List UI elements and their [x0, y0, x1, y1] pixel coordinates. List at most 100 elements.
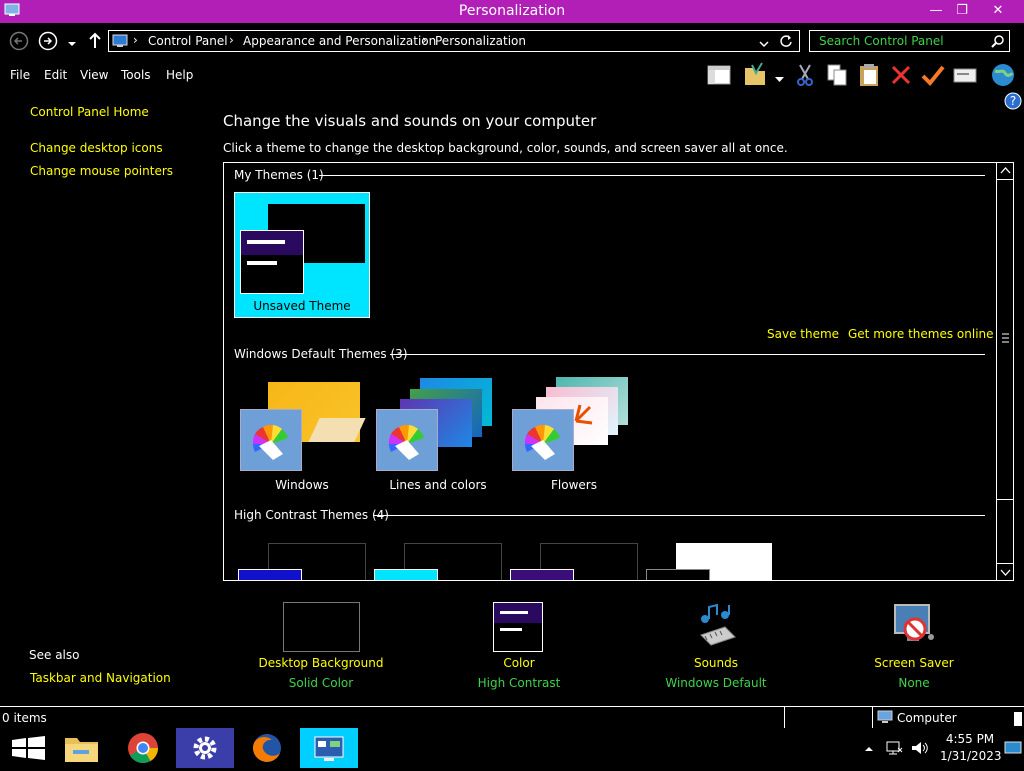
help-icon[interactable]: ? [1004, 92, 1022, 110]
my-themes-header: My Themes (1) [234, 168, 324, 182]
taskbar-navigation-link[interactable]: Taskbar and Navigation [30, 671, 171, 685]
breadcrumb-sep: › [422, 33, 427, 47]
menu-edit[interactable]: Edit [44, 68, 67, 82]
scroll-thumb[interactable] [997, 179, 1013, 500]
breadcrumb-appearance[interactable]: Appearance and Personalization [243, 34, 436, 48]
setting-value: High Contrast [477, 676, 561, 690]
refresh-icon[interactable] [779, 34, 793, 48]
theme-high-contrast-2[interactable] [370, 533, 506, 580]
checkmark-icon[interactable] [920, 62, 946, 88]
search-icon[interactable] [991, 34, 1005, 48]
themes-list[interactable]: My Themes (1) Unsaved Theme Save theme G… [223, 162, 1014, 581]
theme-high-contrast-black[interactable] [506, 533, 642, 580]
settings-gear-icon[interactable] [176, 728, 234, 768]
color-wheel-icon [376, 409, 438, 471]
maximize-button[interactable]: ❐ [949, 0, 975, 21]
clock-date[interactable]: 1/31/2023 [940, 749, 1002, 763]
high-contrast-themes-header: High Contrast Themes (4) [234, 508, 389, 522]
cut-icon[interactable] [792, 62, 818, 88]
setting-value: Windows Default [665, 676, 767, 690]
theme-label: Flowers [551, 478, 597, 492]
save-theme-link[interactable]: Save theme [767, 327, 839, 341]
section-divider [374, 515, 985, 516]
setting-value: Solid Color [288, 676, 354, 690]
start-button[interactable] [0, 728, 58, 768]
theme-label: Lines and colors [389, 478, 487, 492]
theme-unsaved[interactable]: Unsaved Theme [234, 192, 370, 318]
minimize-button[interactable]: — [923, 0, 949, 21]
theme-flowers[interactable]: Flowers [506, 373, 642, 493]
desktop-background-icon [283, 602, 360, 652]
location-label: Computer [897, 711, 957, 725]
paste-icon[interactable] [856, 62, 882, 88]
scroll-down-icon[interactable] [997, 563, 1013, 580]
theme-high-contrast-1[interactable] [234, 533, 370, 580]
change-desktop-icons-link[interactable]: Change desktop icons [30, 141, 163, 155]
title-bar: Personalization — ❐ ✕ [0, 0, 1024, 23]
menu-file[interactable]: File [10, 68, 30, 82]
show-hidden-icons[interactable] [864, 743, 874, 753]
search-input[interactable]: Search Control Panel [809, 30, 1010, 52]
breadcrumb-personalization[interactable]: Personalization [435, 34, 526, 48]
clock-time[interactable]: 4:55 PM [945, 732, 995, 746]
menu-view[interactable]: View [80, 68, 108, 82]
get-more-themes-link[interactable]: Get more themes online [848, 327, 994, 341]
control-panel-taskbar-icon[interactable] [300, 728, 358, 768]
layout-icon[interactable] [706, 62, 732, 88]
globe-icon[interactable] [990, 62, 1016, 88]
screen-saver-icon [889, 601, 939, 651]
desktop-background-setting[interactable]: Desktop Background Solid Color [241, 601, 401, 693]
close-button[interactable]: ✕ [975, 0, 1021, 21]
setting-title: Color [503, 656, 535, 670]
color-setting[interactable]: Color High Contrast [439, 601, 599, 693]
screen-saver-setting[interactable]: Screen Saver None [834, 601, 994, 693]
chrome-icon[interactable] [114, 728, 172, 768]
volume-icon[interactable] [910, 740, 928, 756]
window-title: Personalization [458, 3, 566, 19]
forward-button[interactable] [38, 31, 58, 51]
breadcrumb-control-panel[interactable]: Control Panel [148, 34, 228, 48]
setting-title: Screen Saver [874, 656, 954, 670]
resize-grip-icon[interactable] [1014, 712, 1022, 726]
properties-icon[interactable] [952, 62, 978, 88]
sounds-icon [691, 601, 741, 651]
theme-preview-window [240, 230, 304, 294]
menu-tools[interactable]: Tools [121, 68, 151, 82]
network-icon[interactable] [885, 740, 903, 756]
svg-text:?: ? [1010, 94, 1016, 108]
color-wheel-icon [240, 409, 302, 471]
address-dropdown-icon[interactable] [759, 37, 769, 48]
page-subtitle: Click a theme to change the desktop back… [223, 141, 788, 155]
section-divider [319, 175, 985, 176]
views-dropdown-icon[interactable] [775, 72, 784, 82]
status-divider [872, 707, 873, 728]
up-arrow-icon[interactable] [88, 32, 102, 50]
taskbar: 4:55 PM 1/31/2023 [0, 728, 1024, 768]
section-divider [390, 354, 985, 355]
control-panel-home-link[interactable]: Control Panel Home [30, 105, 149, 119]
status-divider [784, 707, 785, 728]
file-explorer-icon[interactable] [53, 728, 111, 768]
sounds-setting[interactable]: Sounds Windows Default [636, 601, 796, 693]
firefox-icon[interactable] [238, 728, 296, 768]
theme-label: Windows [275, 478, 329, 492]
setting-title: Sounds [693, 656, 739, 670]
change-mouse-pointers-link[interactable]: Change mouse pointers [30, 164, 173, 178]
delete-icon[interactable] [888, 62, 914, 88]
back-button[interactable] [9, 31, 29, 51]
folder-options-icon[interactable] [742, 62, 768, 88]
address-bar[interactable]: › Control Panel › Appearance and Persona… [108, 30, 800, 52]
theme-high-contrast-white[interactable] [642, 533, 778, 580]
copy-icon[interactable] [824, 62, 850, 88]
page-title: Change the visuals and sounds on your co… [223, 112, 597, 130]
scroll-up-icon[interactable] [997, 163, 1013, 180]
theme-lines-and-colors[interactable]: Lines and colors [370, 373, 506, 493]
menu-help[interactable]: Help [166, 68, 193, 82]
theme-windows[interactable]: Windows [234, 373, 370, 493]
scrollbar[interactable] [996, 163, 1013, 580]
setting-title: Desktop Background [258, 656, 384, 670]
recent-pages-dropdown-icon[interactable] [67, 37, 77, 46]
show-desktop-icon[interactable] [1004, 740, 1022, 756]
search-placeholder: Search Control Panel [819, 34, 944, 48]
control-panel-icon [112, 33, 128, 49]
